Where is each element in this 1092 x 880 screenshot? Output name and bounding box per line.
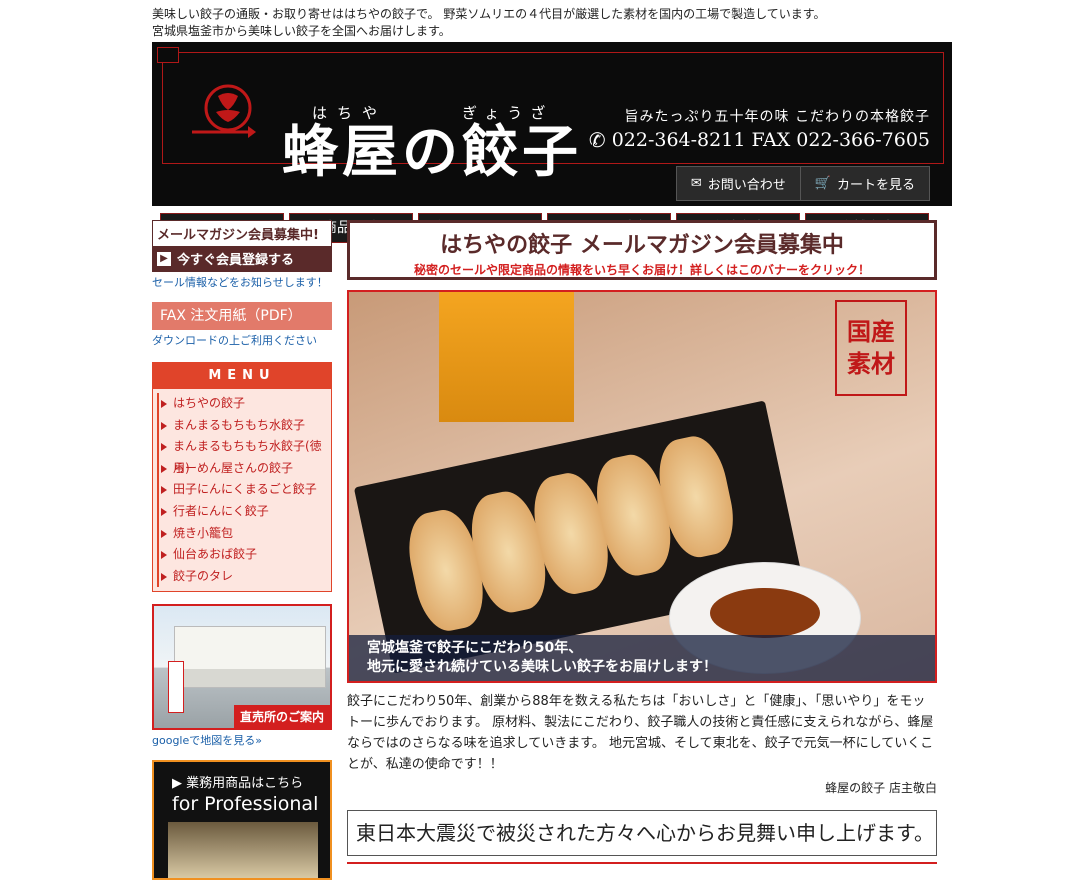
menu-item[interactable]: 餃子のタレ <box>157 565 331 588</box>
phone-fax: ✆ 022-364-8211 FAX 022-366-7605 <box>589 128 930 152</box>
cart-icon: 🛒 <box>814 176 831 191</box>
tagline: 旨みたっぷり五十年の味 こだわりの本格餃子 <box>624 109 930 125</box>
contact-label: お問い合わせ <box>707 178 786 193</box>
menu-item[interactable]: まんまるもちもち水餃子(徳用) <box>157 436 331 475</box>
divider <box>347 862 937 864</box>
mag-register[interactable]: ▶ 今すぐ会員登録する <box>153 246 331 271</box>
cart-button[interactable]: 🛒 カートを見る <box>799 167 929 200</box>
fax-order-button[interactable]: FAX 注文用紙（PDF）>>> <box>152 302 332 352</box>
shop-caption: 直売所のご案内 <box>233 705 330 729</box>
hero-caption-line-1: 宮城塩釜で餃子にこだわり50年、 <box>367 640 583 656</box>
mag-title: メールマガジン会員募集中! <box>153 221 331 246</box>
shop-building-image <box>174 626 326 689</box>
menu-title: MENU <box>153 363 331 389</box>
direct-shop-banner[interactable]: 直売所のご案内 <box>152 604 332 731</box>
menu-item[interactable]: 仙台あおば餃子 <box>157 544 331 566</box>
hero-caption: 宮城塩釜で餃子にこだわり50年、 地元に愛され続けている美味しい餃子をお届けしま… <box>349 635 935 681</box>
contact-button[interactable]: ✉ お問い合わせ <box>677 167 800 200</box>
phone-fax-text: 022-364-8211 FAX 022-366-7605 <box>611 129 930 151</box>
page-wrapper: 美味しい餃子の通販・お取り寄せははちやの餃子で。 野菜ソムリエの４代目が厳選した… <box>152 0 952 880</box>
play-icon: ▶ <box>157 251 171 266</box>
hero-caption-line-2: 地元に愛され続けている美味しい餃子をお届けします！ <box>367 659 717 675</box>
sidebar: メールマガジン会員募集中! ▶ 今すぐ会員登録する セール情報などをお知らせしま… <box>152 220 332 880</box>
pro-line-1: ▶ 業務用商品はこちら <box>172 776 304 792</box>
cart-label: カートを見る <box>836 178 915 193</box>
phone-icon: ✆ <box>588 128 606 152</box>
professional-banner[interactable]: ▶ 業務用商品はこちら for Professional <box>152 760 332 880</box>
fax-note[interactable]: ダウンロードの上ご利用ください <box>152 332 332 348</box>
mail-icon: ✉ <box>690 176 702 191</box>
brand-name[interactable]: 蜂屋の餃子 <box>282 120 582 184</box>
site-header: はちや ぎょうざ 蜂屋の餃子 旨みたっぷり五十年の味 こだわりの本格餃子 ✆ 0… <box>152 42 952 243</box>
owner-signature: 蜂屋の餃子 店主敬白 <box>825 781 937 795</box>
banner-title: はちやの餃子 メールマガジン会員募集中 <box>440 233 844 258</box>
hero-image: 国産素材 宮城塩釜で餃子にこだわり50年、 地元に愛され続けている美味しい餃子を… <box>347 290 937 683</box>
google-map-link[interactable]: googleで地図を見る» <box>152 732 332 748</box>
bee-logo-icon[interactable] <box>188 82 258 140</box>
menu-list: はちやの餃子 まんまるもちもち水餃子 まんまるもちもち水餃子(徳用) らーめん屋… <box>153 389 331 591</box>
mail-magazine-main-banner[interactable]: はちやの餃子 メールマガジン会員募集中 秘密のセールや限定商品の情報をいち早くお… <box>347 220 937 280</box>
shop-flag-image <box>168 661 184 714</box>
product-menu: MENU はちやの餃子 まんまるもちもち水餃子 まんまるもちもち水餃子(徳用) … <box>152 362 332 593</box>
menu-item[interactable]: はちやの餃子 <box>157 393 331 415</box>
menu-item[interactable]: まんまるもちもち水餃子 <box>157 414 331 437</box>
main-content: はちやの餃子 メールマガジン会員募集中 秘密のセールや限定商品の情報をいち早くお… <box>347 220 937 864</box>
banner-subtitle: 秘密のセールや限定商品の情報をいち早くお届け！詳しくはこのバナーをクリック！ <box>413 263 870 277</box>
shop-description: 餃子にこだわり50年、創業から88年を数える私たちは「おいしさ」と「健康」、「思… <box>347 694 934 772</box>
intro-line-1: 美味しい餃子の通販・お取り寄せははちやの餃子で。 野菜ソムリエの４代目が厳選した… <box>152 7 826 21</box>
menu-item[interactable]: 行者にんにく餃子 <box>157 500 331 523</box>
intro-line-2: 宮城県塩釜市から美味しい餃子を全国へお届けします。 <box>152 24 451 38</box>
earthquake-message: 東日本大震災で被災された方々へ心からお見舞い申し上げます。 <box>347 810 937 856</box>
mag-register-label: 今すぐ会員登録する <box>177 253 295 268</box>
mag-note[interactable]: セール情報などをお知らせします！ <box>152 274 332 290</box>
menu-item[interactable]: 焼き小籠包 <box>157 522 331 545</box>
menu-item[interactable]: らーめん屋さんの餃子 <box>157 457 331 480</box>
domestic-ingredients-stamp: 国産素材 <box>835 300 907 396</box>
pro-product-image <box>168 822 318 879</box>
beer-glass-image <box>439 292 574 422</box>
mail-magazine-banner[interactable]: メールマガジン会員募集中! ▶ 今すぐ会員登録する <box>152 220 332 272</box>
pro-line-2: for Professional <box>172 793 319 816</box>
frame-corner <box>157 47 179 63</box>
header-buttons: ✉ お問い合わせ 🛒 カートを見る <box>675 166 930 201</box>
intro-text: 美味しい餃子の通販・お取り寄せははちやの餃子で。 野菜ソムリエの４代目が厳選した… <box>152 0 952 42</box>
menu-item[interactable]: 田子にんにくまるごと餃子 <box>157 479 331 501</box>
